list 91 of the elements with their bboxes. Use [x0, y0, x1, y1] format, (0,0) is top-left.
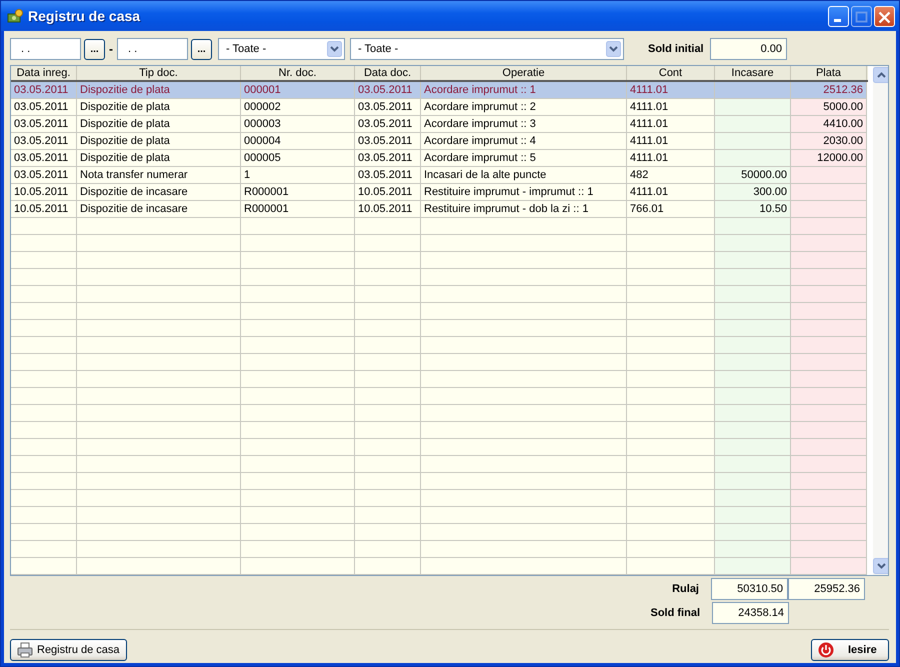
- table-row[interactable]: 03.05.2011 Dispozitie de plata 000003 03.05.2011 Acordare imprumut :: 3 4111.01 4410.00: [11, 116, 868, 133]
- table-row[interactable]: 03.05.2011 Dispozitie de plata 000001 03.05.2011 Acordare imprumut :: 1 4111.01 2512.36: [11, 82, 868, 99]
- table-cell: 10.05.2011: [355, 184, 421, 201]
- table-cell: 03.05.2011: [355, 116, 421, 133]
- table-cell: 03.05.2011: [11, 99, 77, 116]
- table-cell: Dispozitie de plata: [77, 133, 241, 150]
- table-cell: Nota transfer numerar: [77, 167, 241, 184]
- table-cell: Dispozitie de plata: [77, 116, 241, 133]
- filter-dropdown[interactable]: - Toate -: [350, 38, 624, 60]
- table-cell: Dispozitie de plata: [77, 150, 241, 167]
- table-cell: 000003: [241, 116, 355, 133]
- table-cell: Restituire imprumut - imprumut :: 1: [421, 184, 627, 201]
- table-cell: 10.50: [715, 201, 791, 218]
- table-cell: R000001: [241, 201, 355, 218]
- table-cell: 000002: [241, 99, 355, 116]
- table-cell: Dispozitie de incasare: [77, 184, 241, 201]
- table-cell: 10.05.2011: [11, 184, 77, 201]
- table-cell: 4111.01: [627, 150, 715, 167]
- table-cell: 03.05.2011: [355, 167, 421, 184]
- table-cell: 12000.00: [791, 150, 867, 167]
- table-cell: 03.05.2011: [355, 150, 421, 167]
- table-cell: Dispozitie de plata: [77, 99, 241, 116]
- table-cell: 4111.01: [627, 133, 715, 150]
- table-cell: 000001: [241, 82, 355, 99]
- table-cell: 4111.01: [627, 116, 715, 133]
- power-icon: [818, 642, 834, 658]
- sold-final-label: Sold final: [650, 606, 700, 618]
- table-cell: 10.05.2011: [11, 201, 77, 218]
- table-cell: R000001: [241, 184, 355, 201]
- table-row[interactable]: 03.05.2011 Dispozitie de plata 000005 03.05.2011 Acordare imprumut :: 5 4111.01 12000.00: [11, 150, 868, 167]
- table-cell: 766.01: [627, 201, 715, 218]
- table-cell: Acordare imprumut :: 3: [421, 116, 627, 133]
- minimize-button[interactable]: [828, 6, 849, 26]
- table-cell: 5000.00: [791, 99, 867, 116]
- window-title: Registru de casa: [28, 8, 142, 24]
- report-button[interactable]: Registru de casa: [10, 638, 127, 660]
- money-icon: [7, 8, 23, 24]
- rulaj-incasare-value: 50310.50: [711, 578, 788, 600]
- table-cell: 10.05.2011: [355, 201, 421, 218]
- table-cell: 03.05.2011: [11, 82, 77, 99]
- browse-button[interactable]: ...: [84, 38, 105, 60]
- table-cell: 03.05.2011: [355, 133, 421, 150]
- sold-initial-value: 0.00: [710, 38, 787, 60]
- table-cell: Acordare imprumut :: 5: [421, 150, 627, 167]
- table-cell: 2512.36: [791, 82, 867, 99]
- table-cell: 50000.00: [715, 167, 791, 184]
- table-row[interactable]: 10.05.2011 Dispozitie de incasare R000001 10.05.2011 Restituire imprumut - imprumut :: 1 4111.01 300.00: [11, 184, 868, 201]
- table-cell: 4111.01: [627, 184, 715, 201]
- table-cell: 300.00: [715, 184, 791, 201]
- rulaj-label: Rulaj: [672, 582, 699, 594]
- scrollbar[interactable]: [873, 66, 888, 575]
- minimize-icon: [834, 18, 841, 22]
- table-row[interactable]: 03.05.2011 Dispozitie de plata 000002 03.05.2011 Acordare imprumut :: 2 4111.01 5000.00: [11, 99, 868, 116]
- table-cell: Dispozitie de plata: [77, 82, 241, 99]
- table-cell: 1: [241, 167, 355, 184]
- table-cell: 03.05.2011: [11, 116, 77, 133]
- table-cell: 000004: [241, 133, 355, 150]
- date-separator: -: [109, 42, 113, 56]
- sold-initial-label: Sold initial: [648, 43, 705, 55]
- table-cell: 482: [627, 167, 715, 184]
- filter-dropdown[interactable]: - Toate -: [218, 38, 345, 60]
- table-cell: 4111.01: [627, 82, 715, 99]
- sold-final-value: 24358.14: [712, 602, 789, 624]
- table-cell: 03.05.2011: [11, 133, 77, 150]
- table-cell: 4111.01: [627, 99, 715, 116]
- table-cell: 03.05.2011: [355, 82, 421, 99]
- table-cell: Acordare imprumut :: 2: [421, 99, 627, 116]
- table-row[interactable]: 10.05.2011 Dispozitie de incasare R000001 10.05.2011 Restituire imprumut - dob la zi :: 1 766.01 10.50: [11, 201, 868, 218]
- table-cell: 03.05.2011: [11, 150, 77, 167]
- table-row[interactable]: 03.05.2011 Nota transfer numerar 1 03.05.2011 Incasari de la alte puncte 482 50000.00: [11, 167, 868, 184]
- table-cell: Restituire imprumut - dob la zi :: 1: [421, 201, 627, 218]
- rulaj-plata-value: 25952.36: [788, 578, 865, 600]
- table-cell: 2030.00: [791, 133, 867, 150]
- maximize-button[interactable]: [851, 6, 872, 26]
- table-row[interactable]: 03.05.2011 Dispozitie de plata 000004 03.05.2011 Acordare imprumut :: 4 4111.01 2030.00: [11, 133, 868, 150]
- table-cell: 4410.00: [791, 116, 867, 133]
- date-field[interactable]: . .: [10, 38, 81, 60]
- close-button[interactable]: [874, 6, 895, 26]
- table-cell: 03.05.2011: [11, 167, 77, 184]
- table-cell: Acordare imprumut :: 1: [421, 82, 627, 99]
- exit-button[interactable]: Iesire: [811, 638, 889, 660]
- date-field[interactable]: . .: [117, 38, 188, 60]
- scroll-down-icon[interactable]: [873, 558, 888, 574]
- printer-icon: [17, 642, 33, 658]
- table-cell: Incasari de la alte puncte: [421, 167, 627, 184]
- scroll-up-icon[interactable]: [873, 67, 888, 83]
- table-cell: 03.05.2011: [355, 99, 421, 116]
- table-cell: Dispozitie de incasare: [77, 201, 241, 218]
- table-cell: 000005: [241, 150, 355, 167]
- table-cell: Acordare imprumut :: 4: [421, 133, 627, 150]
- browse-button[interactable]: ...: [191, 38, 212, 60]
